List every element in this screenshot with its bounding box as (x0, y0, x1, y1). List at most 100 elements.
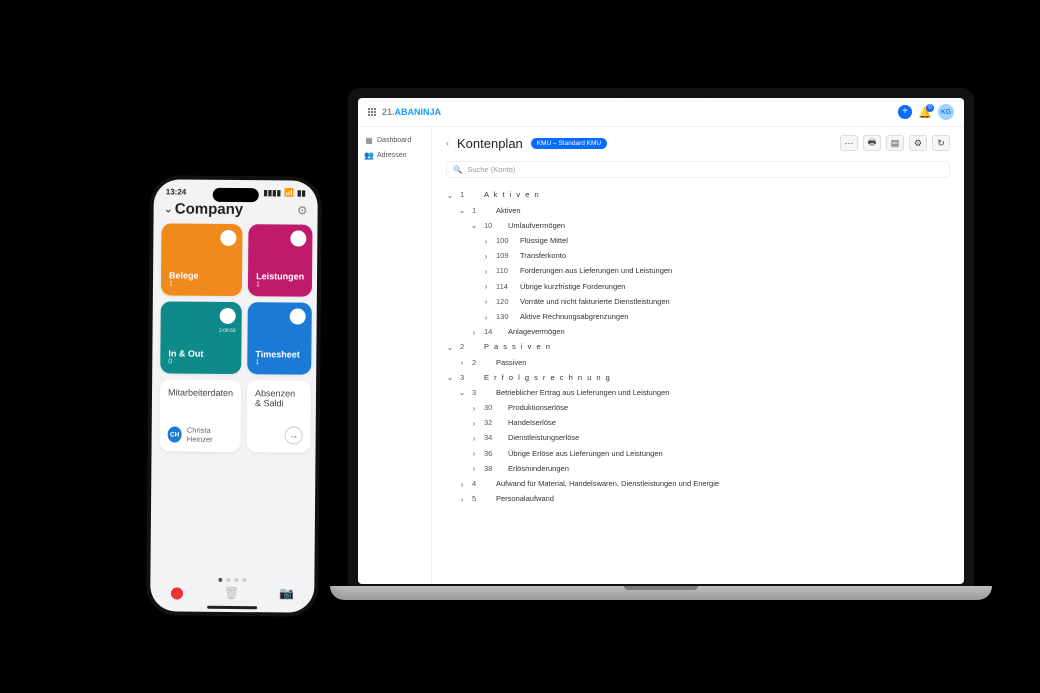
tile-absenzen[interactable]: Absenzen & Saldi → (247, 380, 312, 453)
chevron-down-icon[interactable]: ⌄ (446, 370, 454, 385)
main-content: ‹ Kontenplan KMU – Standard KMU ⋯ 🖶 ▤ ⚙ … (432, 127, 964, 584)
chevron-down-icon[interactable]: ⌄ (470, 218, 478, 233)
camera-icon[interactable]: 📷 (279, 586, 294, 600)
add-icon[interactable]: + (290, 230, 306, 246)
tree-row[interactable]: ›130Aktive Rechnungsabgrenzungen (446, 310, 950, 325)
tile-leistungen[interactable]: + Leistungen 1 (248, 224, 313, 297)
account-label: Vorräte und nicht fakturierte Dienstleis… (520, 295, 670, 309)
tree-row[interactable]: ⌄1A k t i v e n (446, 188, 950, 203)
tree-row[interactable]: ›120Vorräte und nicht fakturierte Dienst… (446, 294, 950, 309)
chevron-right-icon[interactable]: › (482, 310, 490, 325)
more-button[interactable]: ⋯ (840, 135, 858, 151)
chevron-down-icon[interactable]: ⌄ (446, 340, 454, 355)
laptop-screen: 21.ABANINJA + 🔔 0 KG ▦ Dashboard (358, 98, 964, 584)
page-actions: ⋯ 🖶 ▤ ⚙ ↻ (840, 135, 950, 151)
tree-row[interactable]: ›14Anlagevermögen (446, 325, 950, 340)
tree-row[interactable]: ›5Personalaufwand (446, 492, 950, 507)
account-label: Passiven (496, 356, 526, 370)
chevron-right-icon[interactable]: › (458, 492, 466, 507)
user-avatar[interactable]: KG (938, 104, 954, 120)
sidebar-item-dashboard[interactable]: ▦ Dashboard (362, 133, 427, 148)
tree-row[interactable]: ⌄2P a s s i v e n (446, 340, 950, 355)
phone-device: 13:24 ▮▮▮▮ 📶 ▮▮ ⌄ Company ⚙ + Belege (146, 175, 322, 616)
add-button[interactable]: + (898, 105, 912, 119)
arrow-right-icon[interactable]: → (285, 426, 303, 444)
chevron-right-icon[interactable]: › (482, 279, 490, 294)
chevron-right-icon[interactable]: › (482, 234, 490, 249)
employee-row: CH Christa Heinzer (168, 425, 233, 444)
settings-icon[interactable]: ⚙ (297, 203, 308, 217)
phone-header: ⌄ Company ⚙ (154, 198, 318, 224)
trash-icon[interactable]: 🗑 (224, 586, 239, 600)
settings-button[interactable]: ⚙ (909, 135, 927, 151)
chevron-right-icon[interactable]: › (470, 416, 478, 431)
chevron-down-icon[interactable]: ⌄ (458, 385, 466, 400)
tree-row[interactable]: ›100Flüssige Mittel (446, 234, 950, 249)
tree-row[interactable]: ›30Produktionserlöse (446, 401, 950, 416)
chevron-right-icon[interactable]: › (458, 355, 466, 370)
tree-row[interactable]: ›109Transferkonto (446, 249, 950, 264)
brand: 21.ABANINJA (368, 107, 441, 117)
tree-row[interactable]: › 32 Handelserlöse (446, 416, 950, 431)
account-number: 114 (496, 280, 514, 294)
play-icon[interactable]: ▶ (290, 308, 306, 324)
account-number: 32 (484, 416, 502, 430)
tree-row[interactable]: ›38Erlösminderungen (446, 461, 950, 476)
print-button[interactable]: 🖶 (863, 135, 881, 151)
chevron-right-icon[interactable]: › (482, 249, 490, 264)
phone-title: Company (175, 200, 243, 218)
chevron-right-icon[interactable]: › (482, 294, 490, 309)
tile-belege[interactable]: + Belege 1 (161, 223, 243, 296)
tile-in-out[interactable]: ◉ 2:08:56 In & Out 0 (160, 301, 242, 374)
chevron-right-icon[interactable]: › (470, 325, 478, 340)
tree-row[interactable]: ›36Übrige Erlöse aus Lieferungen und Lei… (446, 446, 950, 461)
account-label: Personalaufwand (496, 492, 554, 506)
record-icon[interactable]: ◉ (220, 308, 236, 324)
sidebar-item-adressen[interactable]: 👥 Adressen (362, 148, 427, 163)
phone-title-row[interactable]: ⌄ Company (164, 200, 244, 218)
notifications-button[interactable]: 🔔 0 (918, 106, 932, 119)
add-icon[interactable]: + (220, 230, 236, 246)
signal-icon: ▮▮▮▮ (263, 188, 281, 197)
refresh-button[interactable]: ↻ (932, 135, 950, 151)
account-number: 36 (484, 447, 502, 461)
tree-row[interactable]: ›114Übrige kurzfristige Forderungen (446, 279, 950, 294)
table-view-button[interactable]: ▤ (886, 135, 904, 151)
tree-row[interactable]: ›2Passiven (446, 355, 950, 370)
chevron-right-icon[interactable]: › (470, 401, 478, 416)
chevron-down-icon[interactable]: ⌄ (458, 203, 466, 218)
chevron-right-icon[interactable]: › (458, 477, 466, 492)
app-grid-icon[interactable] (368, 108, 376, 116)
home-indicator[interactable] (207, 606, 257, 609)
account-label: Betrieblicher Ertrag aus Lieferungen und… (496, 386, 669, 400)
chevron-right-icon[interactable]: › (470, 461, 478, 476)
tree-row[interactable]: ›110Forderungen aus Lieferungen und Leis… (446, 264, 950, 279)
tree-row[interactable]: ⌄3Betrieblicher Ertrag aus Lieferungen u… (446, 385, 950, 400)
account-label: Handelserlöse (508, 416, 556, 430)
alert-icon[interactable]: ⬤ (170, 585, 184, 599)
account-number: 10 (484, 219, 502, 233)
tile-label: Belege (169, 270, 234, 281)
tree-row[interactable]: ›4Aufwand für Material, Handelswaren, Di… (446, 477, 950, 492)
account-label: Transferkonto (520, 249, 566, 263)
tile-mitarbeiterdaten[interactable]: Mitarbeiterdaten CH Christa Heinzer (160, 379, 242, 452)
account-label: Produktionserlöse (508, 401, 568, 415)
back-button[interactable]: ‹ (446, 138, 449, 148)
chevron-right-icon[interactable]: › (482, 264, 490, 279)
account-label: Aktive Rechnungsabgrenzungen (520, 310, 628, 324)
chevron-down-icon[interactable]: ⌄ (446, 188, 454, 203)
tree-row[interactable]: ⌄3E r f o l g s r e c h n u n g (446, 370, 950, 385)
search-input[interactable]: 🔍 Suche (Konto) (446, 161, 950, 178)
chevron-right-icon[interactable]: › (470, 446, 478, 461)
dynamic-island (213, 188, 259, 202)
account-label: A k t i v e n (484, 188, 540, 202)
account-label: Anlagevermögen (508, 325, 565, 339)
sidebar-item-label: Adressen (377, 152, 407, 159)
plan-chip[interactable]: KMU – Standard KMU (531, 138, 607, 149)
tile-count: 1 (256, 281, 304, 288)
tree-row[interactable]: ›34Dienstleistungserlöse (446, 431, 950, 446)
chevron-right-icon[interactable]: › (470, 431, 478, 446)
tree-row[interactable]: ⌄10Umlaufvermögen (446, 218, 950, 233)
tile-timesheet[interactable]: ▶ Timesheet 1 (247, 302, 312, 375)
tree-row[interactable]: ⌄1Aktiven (446, 203, 950, 218)
